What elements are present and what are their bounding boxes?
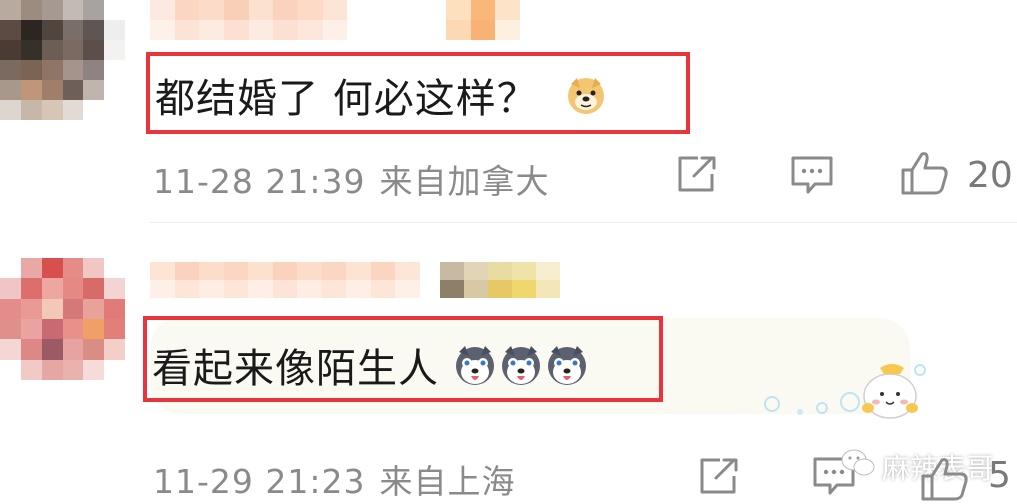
comment-date: 11-29 21:23 (153, 462, 366, 501)
comment-icon[interactable] (790, 155, 834, 195)
avatar[interactable] (0, 0, 125, 120)
share-icon[interactable] (676, 154, 718, 194)
share-icon[interactable] (698, 456, 740, 496)
thumbs-up-icon[interactable] (900, 150, 950, 196)
bubble-decoration-icon (764, 364, 926, 419)
thumbs-up-icon[interactable] (920, 456, 970, 502)
like-count: 5 (988, 455, 1011, 496)
comment-date: 11-28 21:39 (153, 162, 366, 201)
highlight-box (146, 52, 690, 134)
like-count: 20 (967, 155, 1013, 196)
wechat-logo-icon (840, 448, 876, 482)
comment-meta: 11-28 21:39 来自加拿大 (153, 155, 549, 203)
avatar[interactable] (0, 258, 125, 380)
username[interactable] (150, 0, 520, 40)
comment-meta: 11-29 21:23 来自上海 (153, 455, 515, 503)
username[interactable] (150, 262, 420, 298)
highlight-box (143, 316, 663, 402)
comment-location: 来自加拿大 (379, 162, 550, 201)
comment-location: 来自上海 (379, 462, 516, 501)
comment-divider (150, 222, 1017, 223)
user-badge (440, 262, 560, 298)
